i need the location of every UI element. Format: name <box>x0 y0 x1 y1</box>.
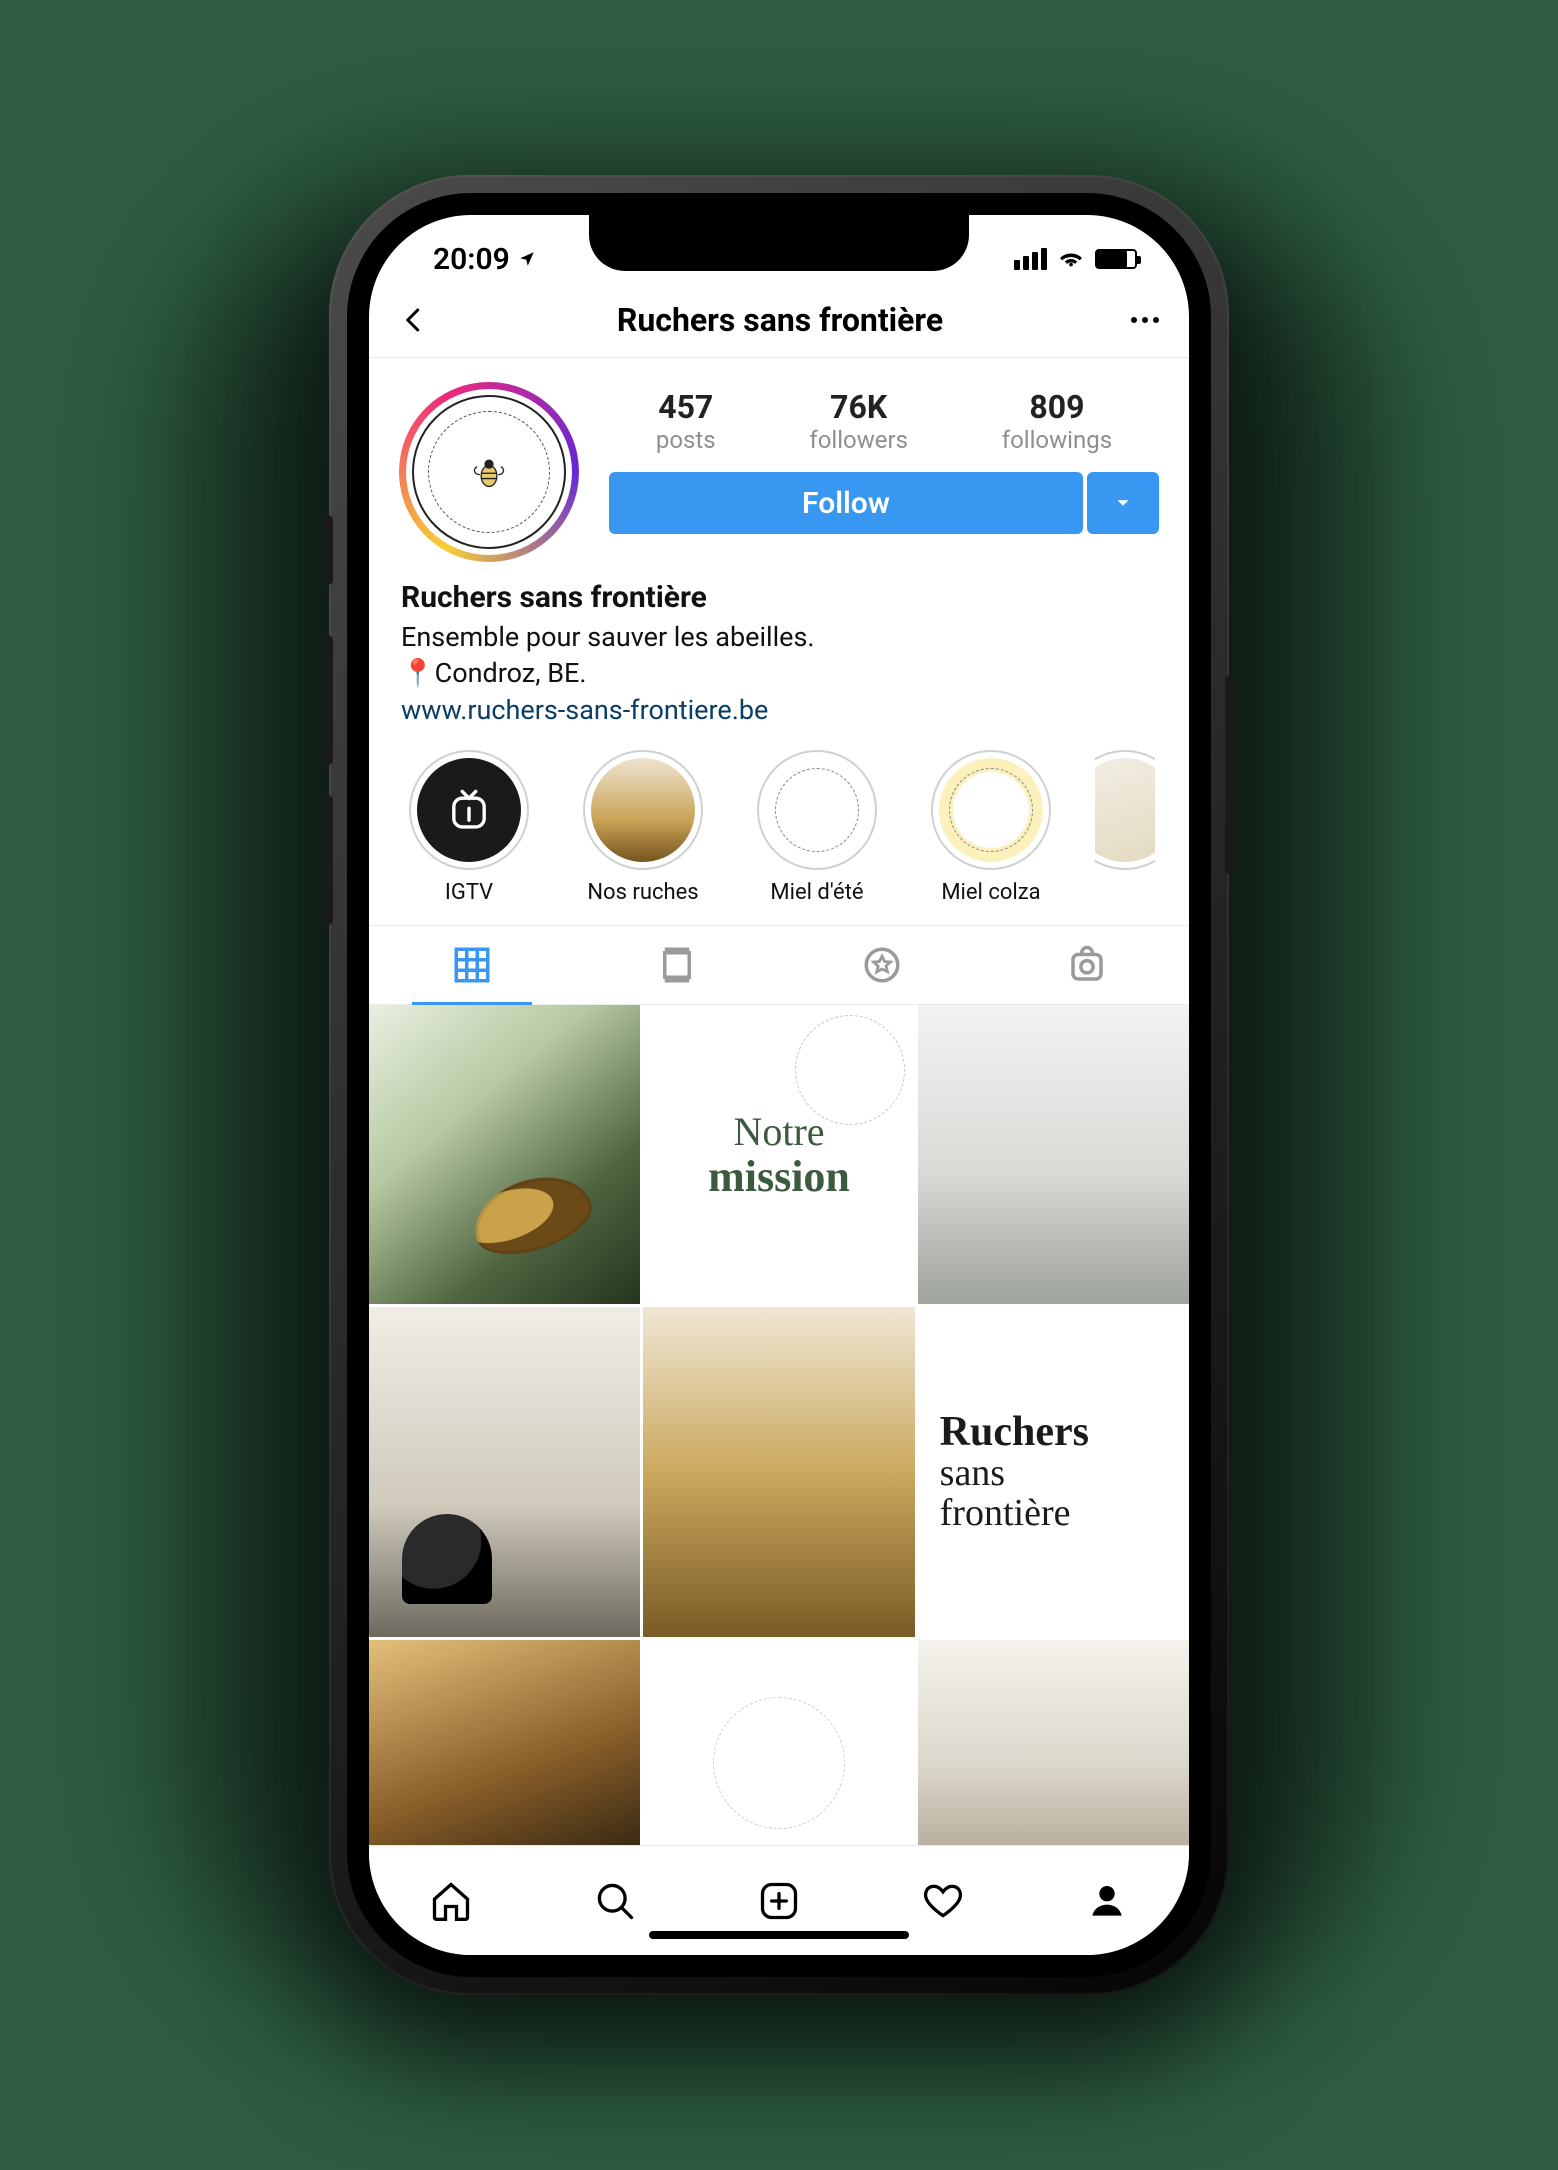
post-tile[interactable] <box>643 1640 914 1845</box>
brand-line-3: frontière <box>940 1494 1071 1534</box>
profile-avatar[interactable] <box>399 382 579 562</box>
profile-icon <box>1085 1879 1129 1923</box>
posts-label: posts <box>656 426 716 454</box>
story-highlights: IGTV Nos ruches Miel d'été Miel colza <box>369 746 1189 926</box>
nav-profile[interactable] <box>1083 1877 1131 1925</box>
highlight-igtv[interactable]: IGTV <box>399 750 539 905</box>
nav-activity[interactable] <box>919 1877 967 1925</box>
pin-icon: 📍 <box>401 657 435 689</box>
tab-star[interactable] <box>779 926 984 1004</box>
profile-header: 457 posts 76K followers 809 followings <box>369 358 1189 580</box>
post-tile[interactable] <box>918 1005 1189 1304</box>
brand-line-2: sans <box>940 1454 1005 1494</box>
back-icon[interactable] <box>399 305 429 335</box>
bio-tagline: Ensemble pour sauver les abeilles. <box>401 619 1157 655</box>
highlight-nos-ruches[interactable]: Nos ruches <box>573 750 713 905</box>
add-post-icon <box>757 1879 801 1923</box>
posts-grid: Notre mission Ruchers sans frontière <box>369 1005 1189 1845</box>
followings-count: 809 <box>1002 388 1112 426</box>
post-tile[interactable] <box>369 1005 640 1304</box>
status-time: 20:09 <box>433 242 510 277</box>
mission-title-bottom: mission <box>708 1151 850 1202</box>
highlight-label <box>1122 880 1127 905</box>
mission-title-top: Notre <box>733 1108 824 1155</box>
followers-count: 76K <box>809 388 908 426</box>
profile-view-tabs <box>369 926 1189 1005</box>
bio-name: Ruchers sans frontière <box>401 580 1157 615</box>
heart-icon <box>921 1879 965 1923</box>
profile-top-bar: Ruchers sans frontière <box>369 291 1189 358</box>
more-options-icon[interactable] <box>1131 317 1159 323</box>
post-tile[interactable] <box>643 1307 914 1636</box>
location-arrow-icon <box>518 250 536 268</box>
post-tile[interactable]: Notre mission <box>643 1005 914 1304</box>
profile-bio: Ruchers sans frontière Ensemble pour sau… <box>369 580 1189 746</box>
highlight-more[interactable] <box>1095 750 1155 905</box>
highlight-miel-colza[interactable]: Miel colza <box>921 750 1061 905</box>
highlight-label: Nos ruches <box>587 880 698 905</box>
brand-line-1: Ruchers <box>940 1410 1089 1454</box>
post-tile[interactable] <box>369 1307 640 1636</box>
highlight-label: Miel d'été <box>770 880 863 905</box>
home-icon <box>429 1879 473 1923</box>
highlight-label: IGTV <box>445 880 493 905</box>
followers-label: followers <box>809 426 908 454</box>
profile-stats: 457 posts 76K followers 809 followings <box>609 388 1159 454</box>
highlight-miel-ete[interactable]: Miel d'été <box>747 750 887 905</box>
battery-icon <box>1095 249 1137 269</box>
star-circle-icon <box>861 944 903 986</box>
post-tile[interactable] <box>369 1640 640 1845</box>
posts-stat[interactable]: 457 posts <box>656 388 716 454</box>
follow-button[interactable]: Follow <box>609 472 1083 534</box>
tab-feed[interactable] <box>574 926 779 1004</box>
page-title: Ruchers sans frontière <box>617 301 943 339</box>
wifi-icon <box>1057 248 1085 270</box>
search-icon <box>593 1879 637 1923</box>
followings-stat[interactable]: 809 followings <box>1002 388 1112 454</box>
post-tile[interactable] <box>918 1640 1189 1845</box>
bio-website-link[interactable]: www.ruchers-sans-frontiere.be <box>401 694 1157 726</box>
feed-icon <box>656 944 698 986</box>
tagged-icon <box>1066 944 1108 986</box>
post-tile[interactable]: Ruchers sans frontière <box>918 1307 1189 1636</box>
igtv-icon <box>442 783 496 837</box>
follow-dropdown-button[interactable] <box>1087 472 1159 534</box>
followings-label: followings <box>1002 426 1112 454</box>
phone-notch <box>589 215 969 271</box>
tab-grid[interactable] <box>369 926 574 1004</box>
phone-frame: 20:09 Ruchers sans frontière <box>329 175 1229 1995</box>
nav-add[interactable] <box>755 1877 803 1925</box>
nav-search[interactable] <box>591 1877 639 1925</box>
cell-signal-icon <box>1014 248 1047 270</box>
bee-icon <box>468 451 510 493</box>
decorative-circle <box>795 1015 905 1125</box>
tab-tagged[interactable] <box>984 926 1189 1004</box>
followers-stat[interactable]: 76K followers <box>809 388 908 454</box>
caret-down-icon <box>1112 492 1134 514</box>
bio-location: 📍Condroz, BE. <box>401 655 1157 691</box>
home-indicator[interactable] <box>649 1931 909 1939</box>
highlight-label: Miel colza <box>941 880 1040 905</box>
grid-icon <box>451 944 493 986</box>
posts-count: 457 <box>656 388 716 426</box>
nav-home[interactable] <box>427 1877 475 1925</box>
